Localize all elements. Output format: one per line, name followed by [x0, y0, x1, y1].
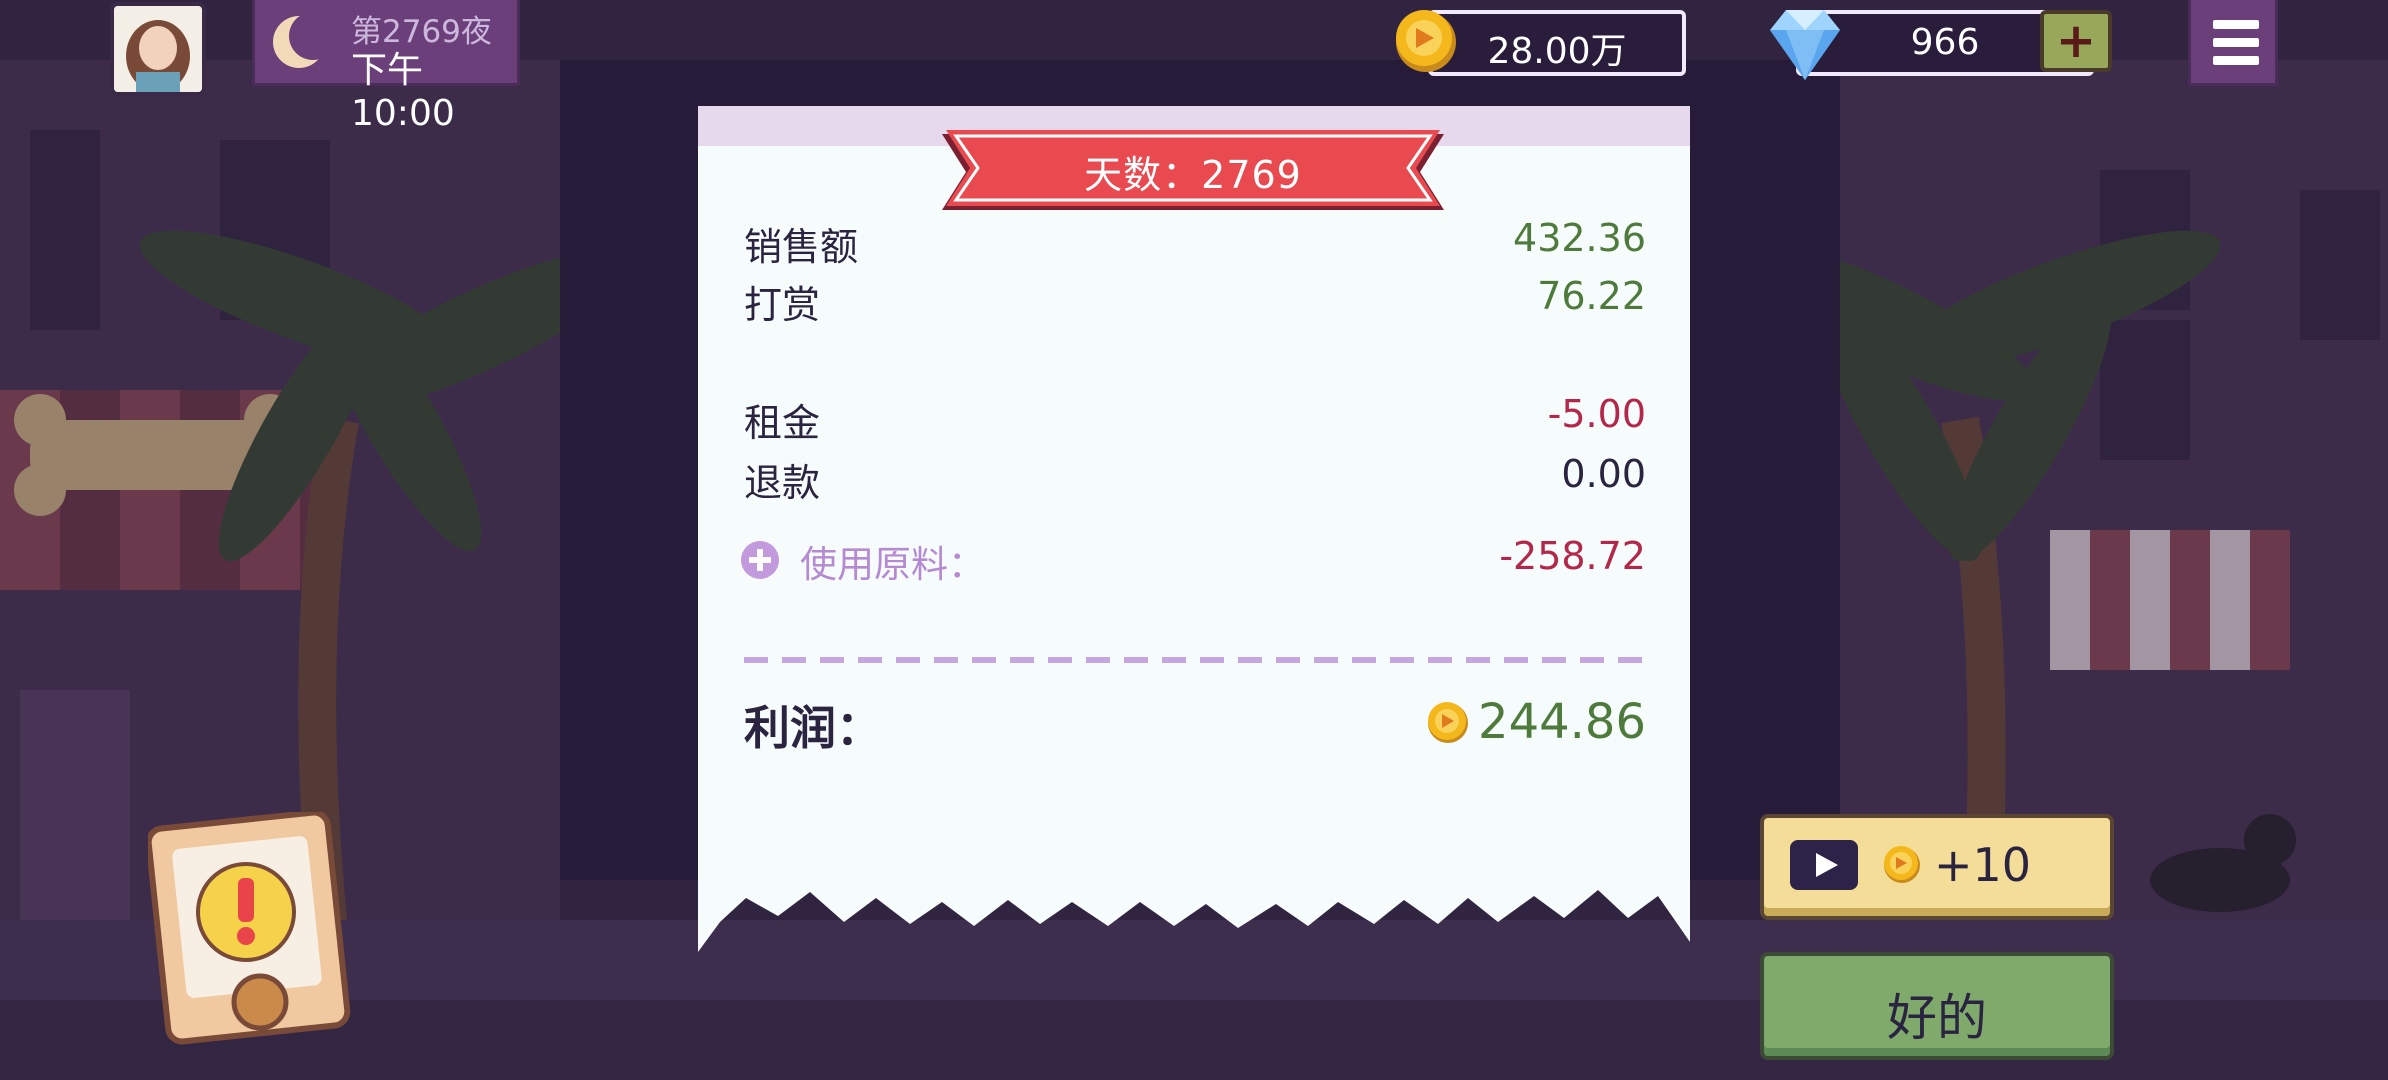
ok-button[interactable]: 好的: [1760, 952, 2114, 1060]
player-avatar[interactable]: [110, 2, 206, 96]
coin-balance-box: 28.00万: [1428, 10, 1686, 76]
profit-value: 244.86: [1478, 694, 1646, 750]
daily-receipt: 天数：2769 销售额 432.36 打赏 76.22 租金 -5.00 退款 …: [698, 106, 1690, 956]
tips-value: 76.22: [1537, 274, 1646, 318]
plus-icon: +: [2055, 13, 2097, 69]
avatar-portrait-icon: [114, 6, 202, 92]
refund-label: 退款: [744, 461, 821, 505]
day-banner: 天数：2769: [942, 126, 1444, 218]
coin-icon: [1428, 702, 1468, 743]
day-banner-label: 天数：2769: [1084, 153, 1302, 197]
watch-ad-reward-button[interactable]: +10: [1760, 814, 2114, 920]
materials-label[interactable]: 使用原料：: [800, 534, 985, 588]
ad-reward-amount: +10: [1934, 838, 2032, 892]
video-play-icon: [1790, 840, 1858, 890]
gem-balance: 966 +: [1760, 4, 2132, 80]
alert-card-button[interactable]: [145, 809, 354, 1048]
coin-balance: 28.00万: [1392, 6, 1686, 76]
menu-button[interactable]: [2188, 0, 2278, 86]
alert-icon: [145, 809, 351, 1045]
menu-icon-bar: [2213, 38, 2259, 47]
menu-icon-bar: [2213, 20, 2259, 29]
sales-value: 432.36: [1513, 216, 1646, 260]
profit-label: 利润：: [744, 701, 882, 755]
coin-icon: [1396, 10, 1456, 72]
refund-value: 0.00: [1561, 452, 1646, 496]
moon-icon: [273, 12, 325, 68]
rent-label: 租金: [744, 401, 821, 445]
diamond-icon: [1770, 10, 1840, 80]
tips-label: 打赏: [744, 283, 821, 327]
day-time-panel: 第2769夜 下午10:00: [252, 0, 520, 134]
menu-icon-bar: [2213, 56, 2259, 65]
gem-balance-value: 966: [1910, 22, 1980, 63]
materials-value: -258.72: [1499, 534, 1646, 578]
sales-label: 销售额: [744, 225, 859, 269]
coin-balance-value: 28.00万: [1487, 31, 1627, 72]
clock-time: 下午10:00: [351, 50, 455, 134]
buy-gems-button[interactable]: +: [2040, 10, 2112, 72]
expand-plus-icon[interactable]: [740, 540, 780, 580]
ok-button-label: 好的: [1887, 989, 1987, 1047]
coin-icon: [1884, 846, 1920, 883]
rent-value: -5.00: [1547, 392, 1646, 436]
